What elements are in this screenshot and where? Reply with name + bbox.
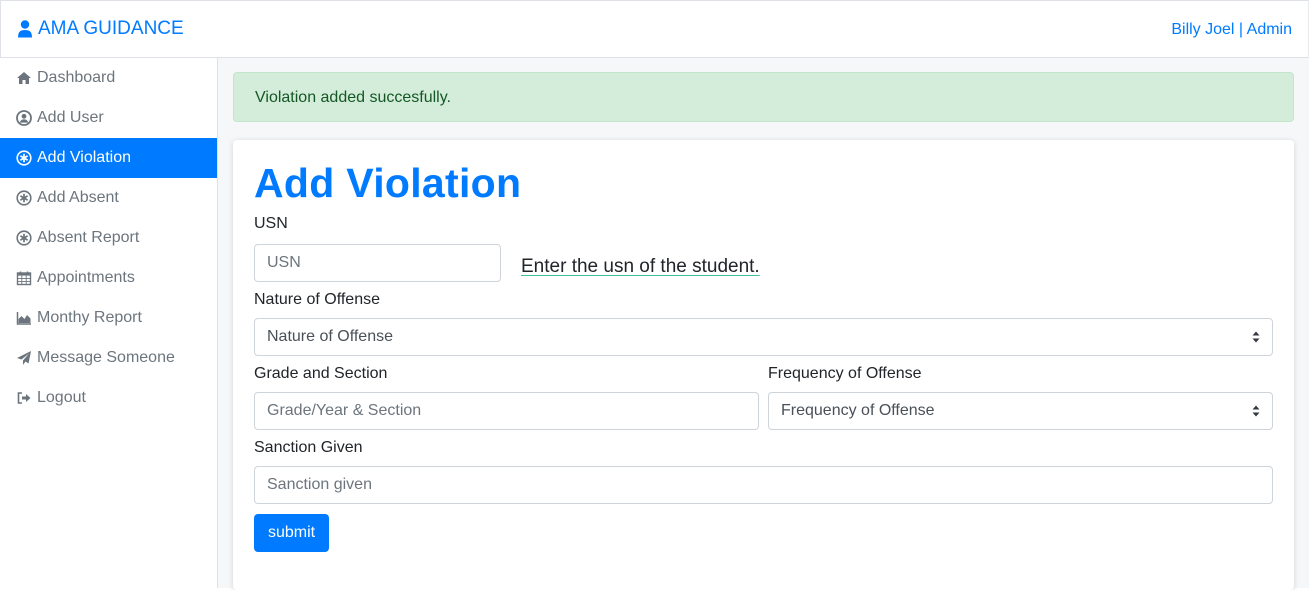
- asterisk-circle-icon: [16, 190, 32, 206]
- brand-link[interactable]: AMA GUIDANCE: [17, 18, 184, 40]
- select-caret-icon: [1252, 405, 1260, 417]
- sidebar-item-logout[interactable]: Logout: [0, 378, 217, 418]
- sidebar-item-label: Logout: [37, 389, 86, 406]
- grade-section-label: Grade and Section: [254, 365, 388, 382]
- sidebar-item-add-user[interactable]: Add User: [0, 98, 217, 138]
- main-content: Violation added succesfully. Add Violati…: [218, 58, 1309, 590]
- asterisk-circle-icon: [16, 230, 32, 246]
- sidebar-item-add-violation[interactable]: Add Violation: [0, 138, 217, 178]
- sanction-given-label: Sanction Given: [254, 439, 363, 456]
- area-chart-icon: [16, 310, 32, 326]
- sidebar-item-label: Message Someone: [37, 349, 175, 366]
- brand-title: AMA GUIDANCE: [38, 18, 184, 39]
- top-navbar: AMA GUIDANCE Billy Joel | Admin: [0, 0, 1309, 58]
- sidebar-item-label: Add User: [37, 109, 104, 126]
- add-violation-card: Add Violation USN USN Enter the usn of t…: [233, 140, 1294, 590]
- sanction-given-input[interactable]: Sanction given: [254, 466, 1273, 504]
- sidebar-item-label: Add Absent: [37, 189, 119, 206]
- sidebar-item-add-absent[interactable]: Add Absent: [0, 178, 217, 218]
- nature-of-offense-value: Nature of Offense: [267, 328, 393, 345]
- sidebar-item-appointments[interactable]: Appointments: [0, 258, 217, 298]
- frequency-of-offense-value: Frequency of Offense: [781, 402, 935, 419]
- sidebar: Dashboard Add User Add Violation Add Abs…: [0, 58, 218, 588]
- submit-button[interactable]: submit: [254, 514, 329, 552]
- sidebar-item-label: Monthy Report: [37, 309, 142, 326]
- sidebar-item-label: Dashboard: [37, 69, 116, 86]
- sidebar-item-message-someone[interactable]: Message Someone: [0, 338, 217, 378]
- usn-hint: Enter the usn of the student.: [521, 256, 760, 277]
- usn-label: USN: [254, 215, 288, 232]
- user-icon: [17, 20, 33, 38]
- sidebar-item-label: Appointments: [37, 269, 135, 286]
- sign-out-icon: [16, 390, 32, 406]
- home-icon: [16, 70, 32, 86]
- sidebar-item-label: Add Violation: [37, 149, 131, 166]
- frequency-of-offense-select[interactable]: Frequency of Offense: [768, 392, 1273, 430]
- sidebar-item-monthy-report[interactable]: Monthy Report: [0, 298, 217, 338]
- sidebar-item-absent-report[interactable]: Absent Report: [0, 218, 217, 258]
- admin-user-link[interactable]: Billy Joel | Admin: [1171, 21, 1292, 39]
- user-circle-icon: [16, 110, 32, 126]
- grade-section-input[interactable]: Grade/Year & Section: [254, 392, 759, 430]
- nature-of-offense-select[interactable]: Nature of Offense: [254, 318, 1273, 356]
- sidebar-item-label: Absent Report: [37, 229, 140, 246]
- paper-plane-icon: [16, 350, 32, 366]
- asterisk-circle-icon: [16, 150, 32, 166]
- success-alert: Violation added succesfully.: [233, 72, 1294, 122]
- frequency-of-offense-label: Frequency of Offense: [768, 365, 922, 382]
- calendar-icon: [16, 270, 32, 286]
- select-caret-icon: [1252, 331, 1260, 343]
- nature-of-offense-label: Nature of Offense: [254, 291, 380, 308]
- page-title: Add Violation: [254, 160, 522, 206]
- usn-input[interactable]: USN: [254, 244, 501, 282]
- sidebar-item-dashboard[interactable]: Dashboard: [0, 58, 217, 98]
